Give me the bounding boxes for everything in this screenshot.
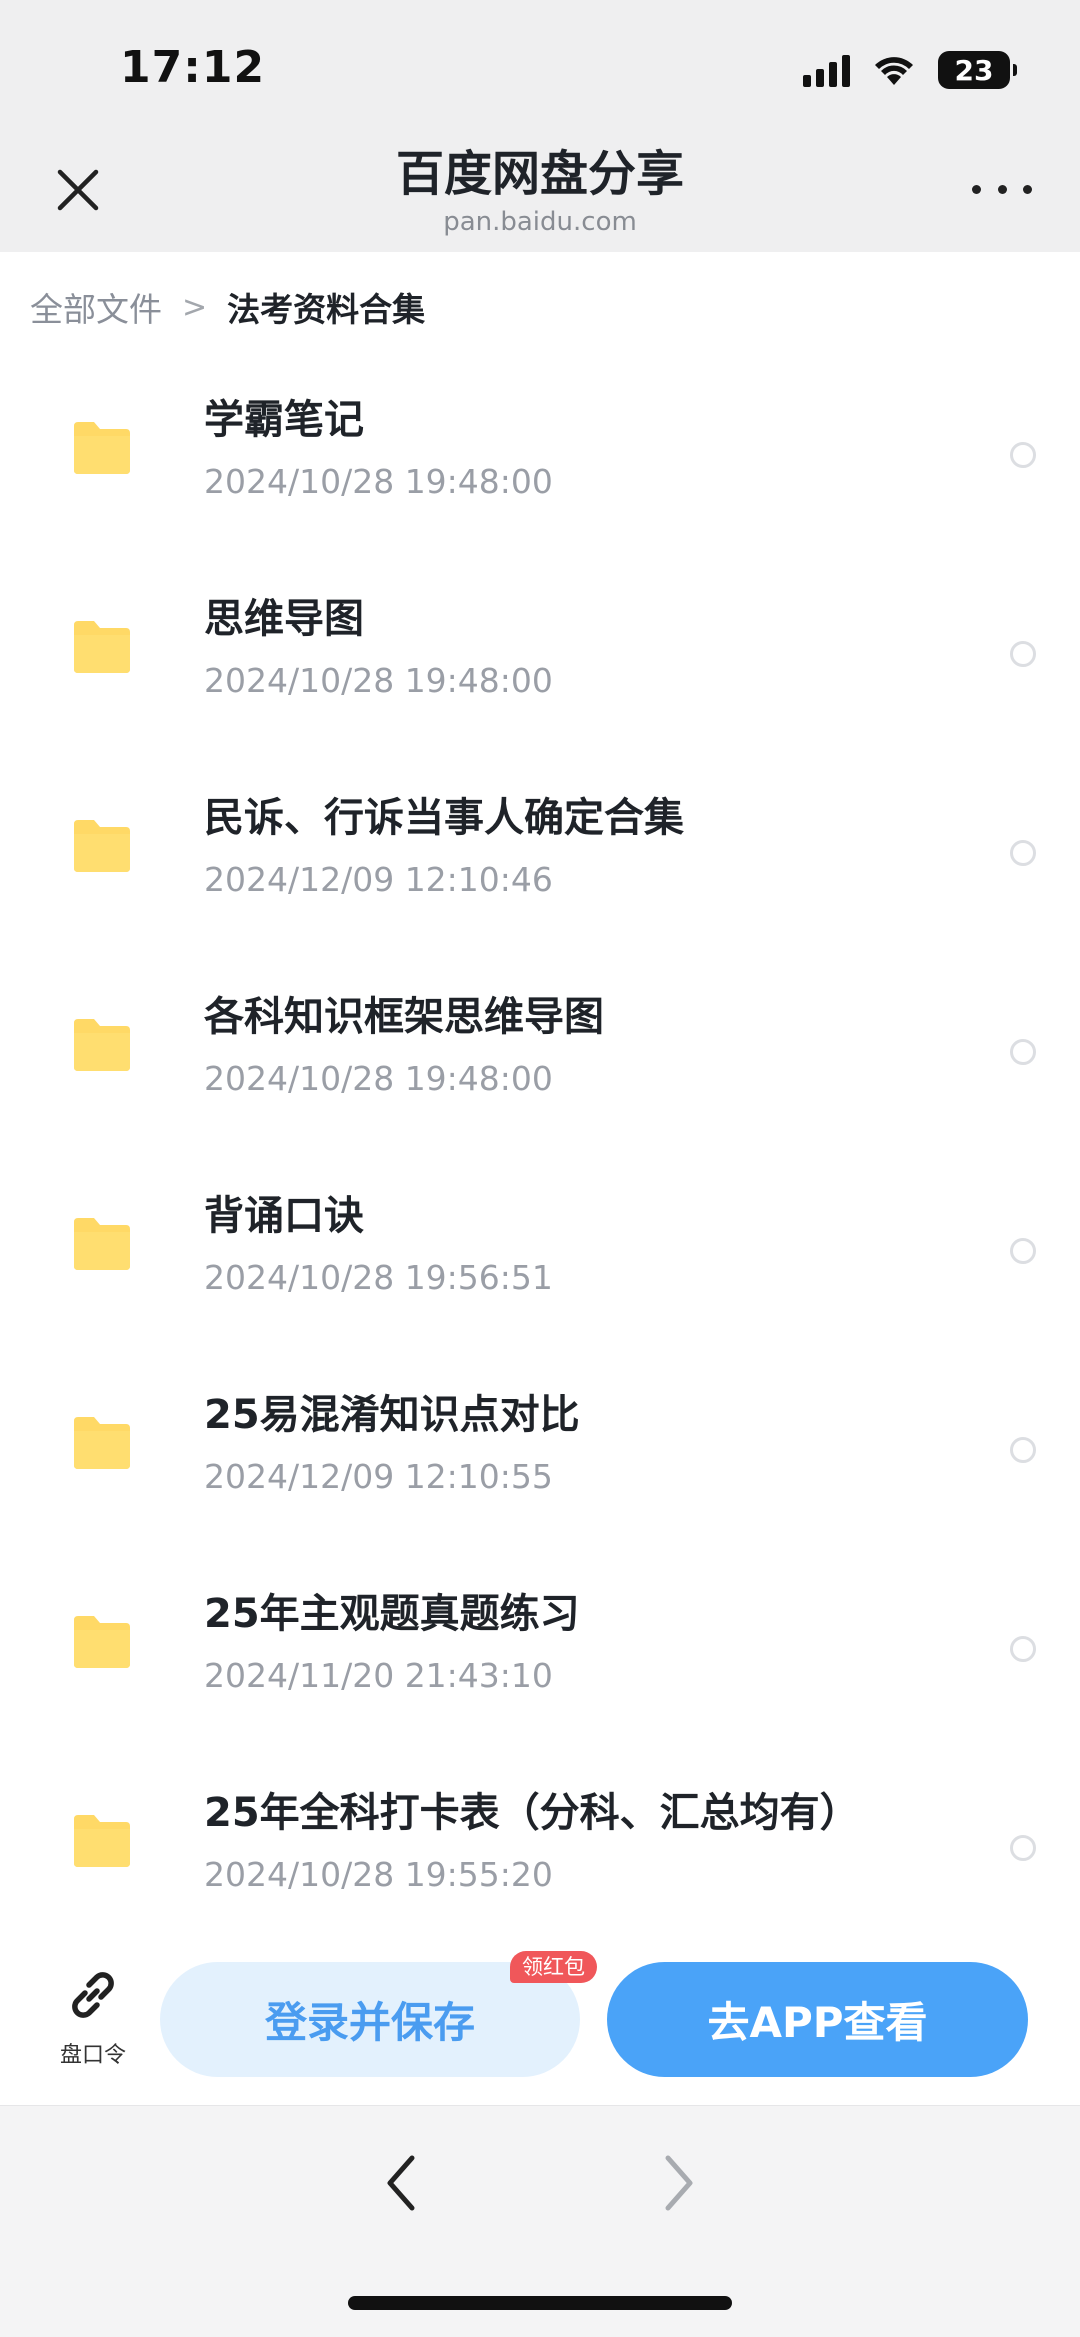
folder-icon [74,1218,130,1270]
breadcrumb-root[interactable]: 全部文件 [30,283,162,331]
breadcrumb-separator: > [182,289,208,325]
folder-icon [74,1815,130,1867]
file-name: 各科知识框架思维导图 [204,994,604,1040]
file-item[interactable]: 25年全科打卡表（分科、汇总均有） 2024/10/28 19:55:20 [0,1745,1080,1944]
more-icon-dot [1023,184,1032,194]
file-name: 25易混淆知识点对比 [204,1392,580,1438]
back-arrow-icon[interactable] [376,2148,426,2218]
file-item[interactable]: 民诉、行诉当事人确定合集 2024/12/09 12:10:46 [0,750,1080,949]
file-name: 思维导图 [204,596,364,642]
nav-title-group: 百度网盘分享 pan.baidu.com [0,144,1080,238]
file-name: 25年主观题真题练习 [204,1591,580,1637]
folder-icon [74,820,130,872]
file-date: 2024/11/20 21:43:10 [204,1656,553,1695]
folder-icon [74,422,130,474]
select-radio[interactable] [1010,840,1036,866]
file-date: 2024/10/28 19:55:20 [204,1855,553,1894]
breadcrumb-current: 法考资料合集 [227,290,426,329]
status-indicators: 23 [803,50,1017,90]
action-bar: 盘口令 登录并保存 领红包 去APP查看 [0,1925,1080,2105]
file-list: 学霸笔记 2024/10/28 19:48:00 思维导图 2024/10/28… [0,352,1080,1944]
file-name: 背诵口诀 [204,1193,364,1239]
file-date: 2024/12/09 12:10:55 [204,1457,553,1496]
select-radio[interactable] [1010,1039,1036,1065]
file-item[interactable]: 各科知识框架思维导图 2024/10/28 19:48:00 [0,949,1080,1148]
folder-icon [74,1417,130,1469]
select-radio[interactable] [1010,1437,1036,1463]
file-date: 2024/10/28 19:48:00 [204,661,553,700]
nav-bar: 百度网盘分享 pan.baidu.com [0,130,1080,252]
file-date: 2024/10/28 19:56:51 [204,1258,553,1297]
more-icon-dot [972,184,981,194]
file-date: 2024/12/09 12:10:46 [204,860,553,899]
more-button[interactable] [972,174,1032,204]
share-code-label: 盘口令 [59,2043,126,2068]
select-radio[interactable] [1010,1238,1036,1264]
select-radio[interactable] [1010,641,1036,667]
red-packet-badge: 领红包 [510,1951,597,1983]
folder-icon [74,1019,130,1071]
file-name: 学霸笔记 [204,397,364,443]
forward-arrow-icon[interactable] [654,2148,704,2218]
page-url: pan.baidu.com [443,207,637,237]
home-indicator [348,2296,732,2310]
select-radio[interactable] [1010,1835,1036,1861]
link-icon [72,1972,114,2018]
file-name: 25年全科打卡表（分科、汇总均有） [204,1790,860,1836]
select-radio[interactable] [1010,442,1036,468]
file-date: 2024/10/28 19:48:00 [204,462,553,501]
share-code-button[interactable]: 盘口令 [50,1965,136,2069]
file-item[interactable]: 背诵口诀 2024/10/28 19:56:51 [0,1148,1080,1347]
battery-icon: 23 [938,51,1017,89]
status-bar: 17:12 23 [0,0,1080,130]
folder-icon [74,621,130,673]
file-item[interactable]: 思维导图 2024/10/28 19:48:00 [0,551,1080,750]
file-item[interactable]: 25年主观题真题练习 2024/11/20 21:43:10 [0,1546,1080,1745]
file-item[interactable]: 25易混淆知识点对比 2024/12/09 12:10:55 [0,1347,1080,1546]
signal-icon [803,53,850,87]
file-item[interactable]: 学霸笔记 2024/10/28 19:48:00 [0,352,1080,551]
wifi-icon [875,57,913,85]
open-app-button[interactable]: 去APP查看 [607,1962,1028,2077]
select-radio[interactable] [1010,1636,1036,1662]
folder-icon [74,1616,130,1668]
file-name: 民诉、行诉当事人确定合集 [204,795,684,841]
more-icon-dot [997,184,1007,194]
status-time: 17:12 [120,42,266,93]
breadcrumb: 全部文件 > 法考资料合集 [30,283,426,331]
page-title: 百度网盘分享 [395,146,684,202]
file-date: 2024/10/28 19:48:00 [204,1059,553,1098]
